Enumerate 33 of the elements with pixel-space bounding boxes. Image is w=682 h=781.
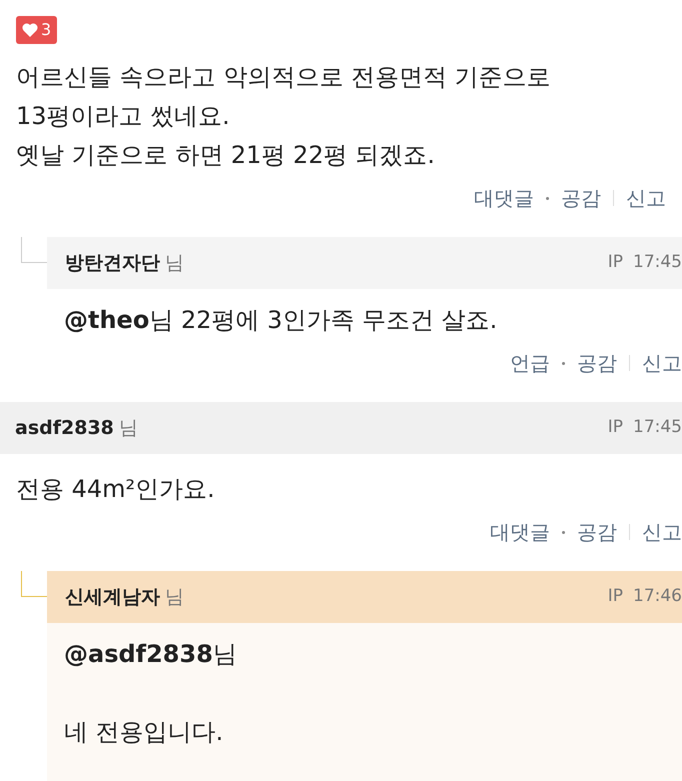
- comment-text: @theo님 22평에 3인가족 무조건 살죠.: [64, 305, 498, 336]
- author-name[interactable]: asdf2838: [15, 414, 114, 442]
- comment-text: 전용 44m²인가요.: [16, 474, 216, 505]
- author-name[interactable]: 방탄견자단: [65, 248, 160, 278]
- honorific: 님: [165, 584, 184, 610]
- action-link[interactable]: 공감: [577, 517, 617, 547]
- like-badge[interactable]: 3: [16, 16, 58, 44]
- comment-text: 어르신들 속으라고 악의적으로 전용면적 기준으로 13평이라고 썼네요.: [16, 62, 552, 132]
- ip-label: IP: [608, 585, 623, 608]
- action-link[interactable]: 공감: [561, 183, 601, 213]
- action-link[interactable]: 신고: [642, 348, 682, 378]
- heart-icon: [22, 23, 38, 37]
- separator-dot: [546, 196, 549, 200]
- comment-time: 17:46: [633, 585, 682, 608]
- comment-time: 17:45: [633, 416, 682, 440]
- action-link[interactable]: 공감: [577, 348, 617, 378]
- ip-label: IP: [608, 251, 623, 274]
- action-link[interactable]: 대댓글: [474, 183, 534, 213]
- honorific: 님: [118, 416, 138, 441]
- action-link[interactable]: 신고: [642, 517, 682, 547]
- like-count: 3: [41, 19, 52, 41]
- comment-text: @asdf2838님: [64, 639, 238, 670]
- comment-time: 17:45: [633, 251, 682, 274]
- comment-text: 옛날 기준으로 하면 21평 22평 되겠죠.: [16, 140, 436, 171]
- comment-text: 네 전용입니다.: [64, 717, 224, 748]
- ip-label: IP: [608, 416, 623, 440]
- action-link[interactable]: 신고: [626, 183, 666, 213]
- honorific: 님: [165, 250, 184, 276]
- action-link[interactable]: 언급: [510, 348, 550, 378]
- author-name[interactable]: 신세계남자: [65, 582, 160, 612]
- separator-dot: [562, 362, 565, 364]
- action-link[interactable]: 대댓글: [490, 517, 550, 547]
- separator-dot: [562, 530, 565, 534]
